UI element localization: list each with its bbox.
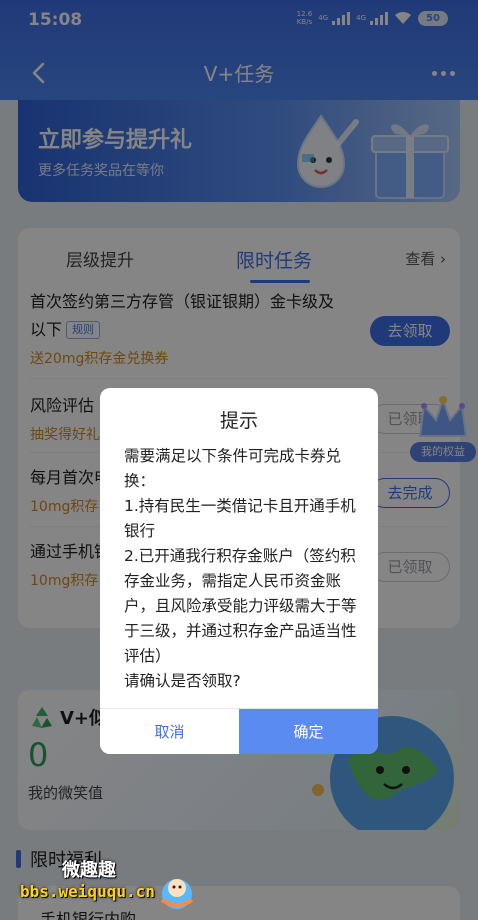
dialog-line: 请确认是否领取? xyxy=(124,672,241,690)
confirm-dialog: 提示 需要满足以下条件可完成卡券兑换： 1.持有民生一类借记卡且开通手机银行 2… xyxy=(100,388,378,754)
watermark-url: bbs.weiququ.cn xyxy=(20,882,155,901)
dialog-actions: 取消 确定 xyxy=(100,708,378,754)
dialog-line: 需要满足以下条件可完成卡券兑换： xyxy=(124,447,342,490)
dialog-title: 提示 xyxy=(219,410,258,432)
confirm-button[interactable]: 确定 xyxy=(239,709,378,754)
watermark-mascot-icon xyxy=(160,879,194,909)
cancel-button[interactable]: 取消 xyxy=(100,709,239,754)
dialog-body: 需要满足以下条件可完成卡券兑换： 1.持有民生一类借记卡且开通手机银行 2.已开… xyxy=(124,444,360,694)
watermark: 微趣趣 bbs.weiququ.cn xyxy=(6,842,206,916)
dialog-line: 1.持有民生一类借记卡且开通手机银行 xyxy=(124,497,356,540)
watermark-name: 微趣趣 xyxy=(62,860,116,881)
dialog-line: 2.已开通我行积存金账户（签约积存金业务，需指定人民币资金账户，且风险承受能力评… xyxy=(124,547,357,665)
